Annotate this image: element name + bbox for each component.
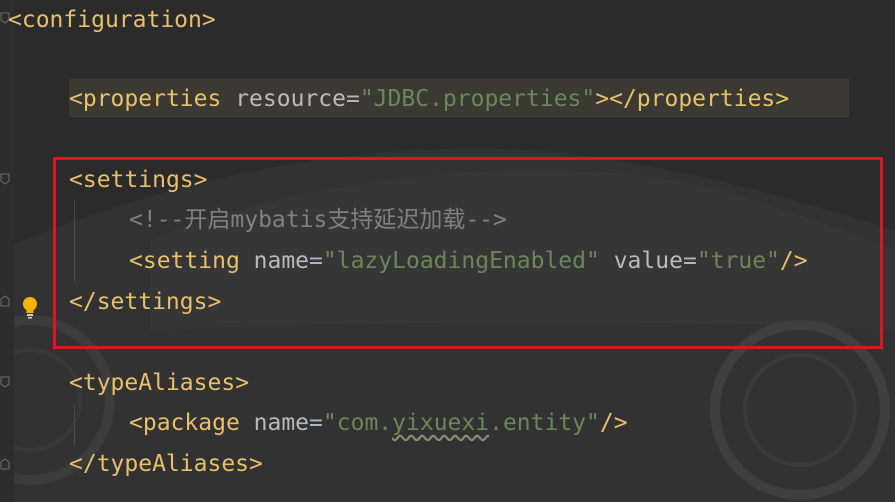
- fold-marker-icon[interactable]: [0, 295, 10, 307]
- code-editor[interactable]: <configuration> <properties resource="JD…: [0, 0, 895, 502]
- code-line-properties[interactable]: <properties resource="JDBC.properties"><…: [69, 79, 789, 119]
- code-line-typealiases-open[interactable]: <typeAliases>: [69, 363, 249, 403]
- code-line-package[interactable]: <package name="com.yixuexi.entity"/>: [129, 403, 628, 443]
- fold-marker-icon[interactable]: [0, 376, 10, 388]
- fold-marker-icon[interactable]: [0, 173, 10, 185]
- code-line-configuration[interactable]: <configuration>: [8, 0, 216, 40]
- editor-gutter: [0, 0, 14, 502]
- annotation-highlight-box: [53, 157, 883, 349]
- lightbulb-icon[interactable]: [20, 295, 40, 319]
- spellcheck-word[interactable]: yixuexi: [392, 410, 489, 436]
- indent-guide: [74, 404, 75, 446]
- code-line-typealiases-close[interactable]: </typeAliases>: [69, 444, 263, 484]
- fold-marker-icon[interactable]: [0, 458, 10, 470]
